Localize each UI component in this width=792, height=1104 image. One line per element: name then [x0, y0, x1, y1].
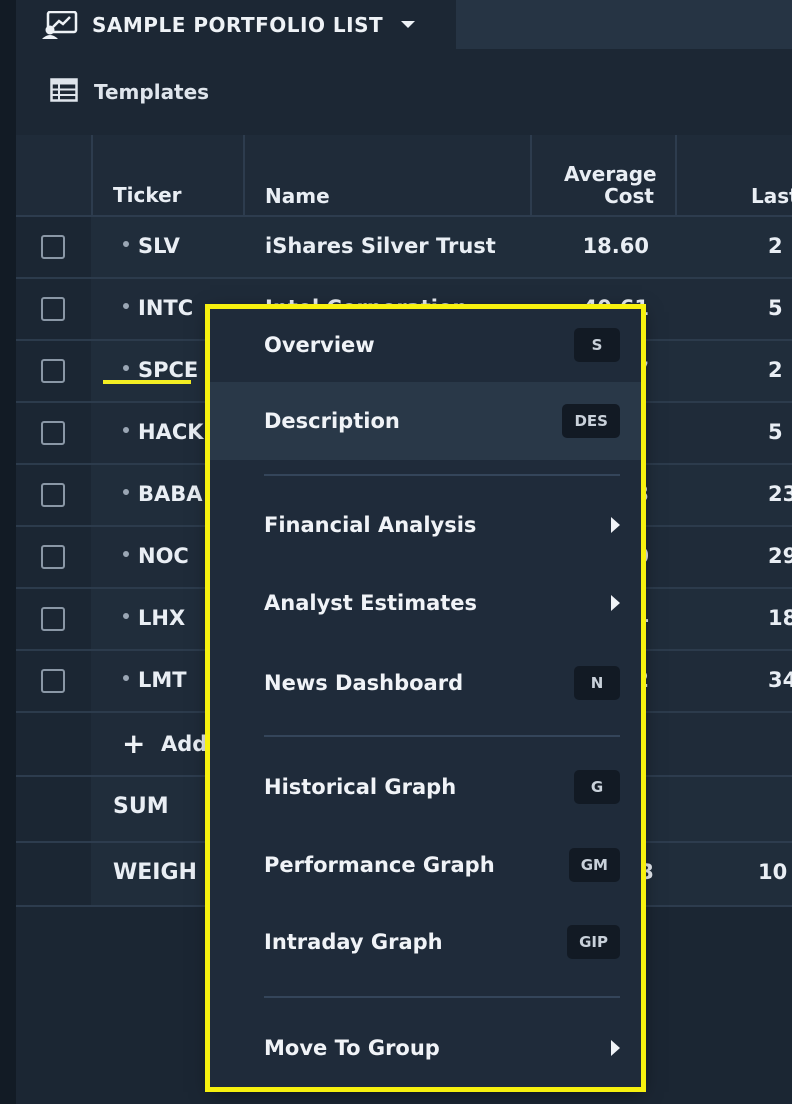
ticker-text: INTC — [138, 296, 194, 320]
menu-item-move-to-group[interactable]: Move To Group — [210, 1011, 642, 1085]
ticker-cell[interactable]: LMT — [123, 668, 187, 692]
templates-label: Templates — [94, 80, 210, 104]
ticker-bullet-icon — [123, 675, 129, 681]
left-edge-strip — [0, 0, 16, 1104]
ticker-text: HACK — [138, 420, 204, 444]
ticker-cell[interactable]: HACK — [123, 420, 204, 444]
chevron-right-icon — [611, 595, 620, 611]
ticker-cell[interactable]: INTC — [123, 296, 193, 320]
row-checkbox[interactable] — [41, 297, 65, 321]
menu-item-analyst-estimates[interactable]: Analyst Estimates — [210, 566, 642, 640]
menu-item-overview[interactable]: Overview S — [210, 308, 642, 382]
shortcut-badge: DES — [562, 404, 620, 438]
last-cell: 18 — [768, 606, 792, 630]
sum-row-gutter — [16, 777, 91, 841]
add-row-gutter — [16, 713, 91, 775]
shortcut-badge: G — [574, 770, 620, 804]
header-ticker[interactable]: Ticker — [113, 184, 182, 206]
ticker-cell[interactable]: LHX — [123, 606, 185, 630]
ticker-bullet-icon — [123, 241, 129, 247]
weighted-row-gutter — [16, 843, 91, 905]
last-cell: 34 — [768, 668, 792, 692]
last-cell: 29 — [768, 544, 792, 568]
ticker-cell[interactable]: SLV — [123, 234, 180, 258]
menu-item-news-dashboard[interactable]: News Dashboard N — [210, 646, 642, 720]
add-label: Add — [161, 732, 208, 756]
weighted-last: 10 — [758, 860, 788, 884]
header-average-cost-line1[interactable]: Average — [564, 163, 657, 185]
row-checkbox[interactable] — [41, 483, 65, 507]
ticker-text: BABA — [138, 482, 203, 506]
menu-item-historical-graph[interactable]: Historical Graph G — [210, 750, 642, 824]
menu-item-label: Move To Group — [264, 1036, 440, 1060]
ticker-bullet-icon — [123, 303, 129, 309]
ticker-bullet-icon — [123, 427, 129, 433]
row-checkbox[interactable] — [41, 421, 65, 445]
context-menu: Overview S Description DES Financial Ana… — [210, 308, 642, 1088]
portfolio-chart-icon — [42, 10, 78, 39]
menu-item-description[interactable]: Description DES — [210, 382, 642, 460]
portfolio-tab[interactable]: SAMPLE PORTFOLIO LIST — [16, 0, 456, 49]
weighted-label: WEIGH — [113, 860, 197, 885]
menu-item-label: Financial Analysis — [264, 513, 477, 537]
last-cell: 2 — [768, 358, 783, 382]
last-cell: 2 — [768, 234, 783, 258]
table-icon — [50, 78, 78, 106]
menu-item-label: News Dashboard — [264, 671, 464, 695]
ticker-text: LHX — [138, 606, 186, 630]
chevron-down-icon[interactable] — [401, 21, 416, 28]
ticker-cell[interactable]: BABA — [123, 482, 203, 506]
menu-separator — [264, 996, 620, 998]
ticker-bullet-icon — [123, 489, 129, 495]
ticker-bullet-icon — [123, 613, 129, 619]
portfolio-title: SAMPLE PORTFOLIO LIST — [92, 12, 384, 37]
menu-item-label: Description — [264, 409, 400, 433]
ticker-text: SPCE — [138, 358, 199, 382]
menu-item-label: Intraday Graph — [264, 930, 443, 954]
shortcut-badge: N — [574, 666, 620, 700]
chevron-right-icon — [611, 517, 620, 533]
sum-label: SUM — [113, 794, 169, 819]
shortcut-badge: S — [574, 328, 620, 362]
row-checkbox[interactable] — [41, 359, 65, 383]
shortcut-badge: GM — [568, 848, 620, 882]
last-cell: 5 — [768, 296, 783, 320]
menu-item-label: Performance Graph — [264, 853, 495, 877]
average-cost-cell: 18.60 — [582, 234, 649, 258]
menu-separator — [264, 474, 620, 476]
menu-item-financial-analysis[interactable]: Financial Analysis — [210, 488, 642, 562]
ticker-text: LMT — [138, 668, 187, 692]
row-checkbox[interactable] — [41, 545, 65, 569]
menu-item-label: Analyst Estimates — [264, 591, 478, 615]
chevron-right-icon — [611, 1040, 620, 1056]
row-checkbox[interactable] — [41, 235, 65, 259]
templates-button[interactable]: Templates — [16, 49, 792, 135]
ticker-cell[interactable]: NOC — [123, 544, 189, 568]
ticker-bullet-icon — [123, 551, 129, 557]
menu-item-label: Overview — [264, 333, 375, 357]
ticker-cell[interactable]: SPCE — [123, 358, 198, 382]
header-last[interactable]: Last — [751, 185, 792, 207]
menu-item-intraday-graph[interactable]: Intraday Graph GIP — [210, 905, 642, 979]
row-checkbox[interactable] — [41, 669, 65, 693]
menu-item-label: Historical Graph — [264, 775, 457, 799]
last-cell: 23 — [768, 482, 792, 506]
table-row[interactable]: SLV iShares Silver Trust 18.60 2 — [16, 217, 792, 279]
active-row-underline — [103, 380, 191, 384]
row-checkbox[interactable] — [41, 607, 65, 631]
ticker-bullet-icon — [123, 365, 129, 371]
last-cell: 5 — [768, 420, 783, 444]
header-name[interactable]: Name — [265, 185, 330, 207]
plus-icon: + — [122, 727, 146, 760]
shortcut-badge: GIP — [567, 925, 620, 959]
ticker-text: NOC — [138, 544, 189, 568]
menu-item-performance-graph[interactable]: Performance Graph GM — [210, 828, 642, 902]
app-window: SAMPLE PORTFOLIO LIST Templates Ticker N… — [0, 0, 792, 1104]
header-average-cost-line2[interactable]: Cost — [564, 185, 654, 207]
ticker-text: SLV — [138, 234, 180, 258]
menu-separator — [264, 735, 620, 737]
name-cell: iShares Silver Trust — [265, 234, 496, 258]
